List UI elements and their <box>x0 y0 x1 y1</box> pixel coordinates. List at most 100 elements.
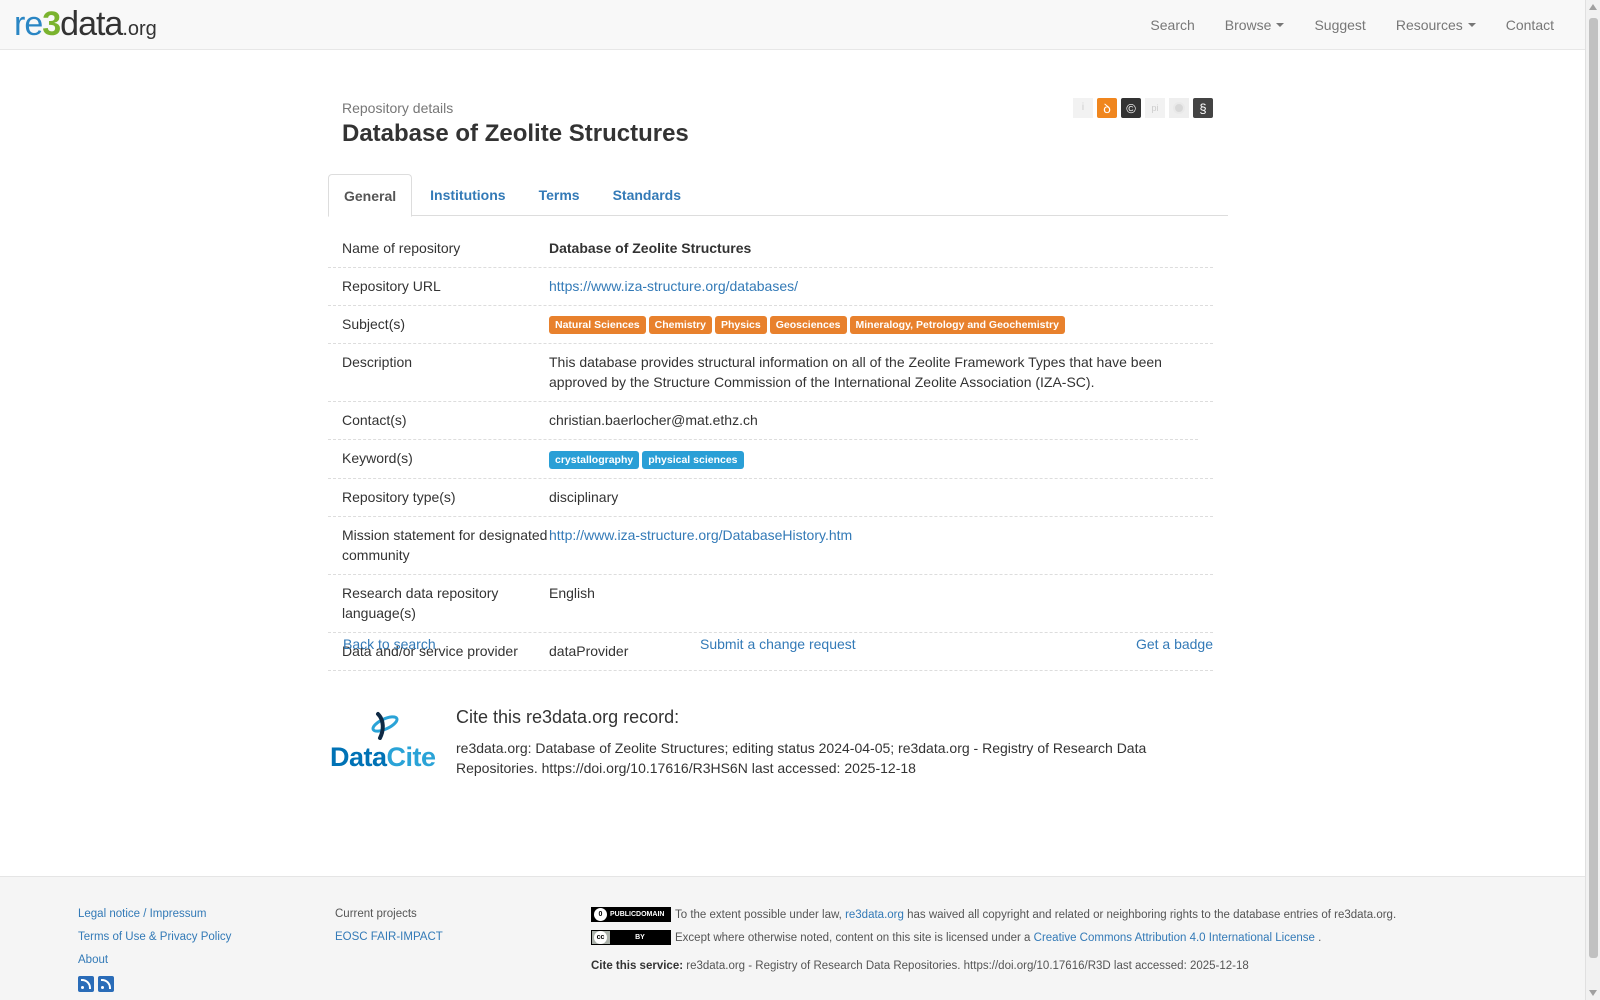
caret-down-icon <box>1276 23 1285 27</box>
detail-label: Contact(s) <box>342 412 407 429</box>
tab-standards[interactable]: Standards <box>598 174 696 216</box>
datacite-wordmark-data: Data <box>330 742 387 772</box>
open-access-icon[interactable]: ꝺ <box>1097 98 1117 118</box>
detail-row-mission: Mission statement for designated communi… <box>328 517 1213 575</box>
rss-feeds <box>78 976 231 1000</box>
detail-label: Research data repository language(s) <box>342 584 499 621</box>
tab-terms[interactable]: Terms <box>524 174 595 216</box>
subject-tag[interactable]: Mineralogy, Petrology and Geochemistry <box>849 316 1065 335</box>
contact-email: christian.baerlocher@mat.ethz.ch <box>549 412 758 429</box>
logo-part-re: re <box>14 5 43 43</box>
nav-contact[interactable]: Contact <box>1491 17 1569 33</box>
cite-service-label: Cite this service: <box>591 960 684 972</box>
page-eyebrow: Repository details <box>342 100 454 116</box>
tab-general[interactable]: General <box>328 174 413 217</box>
pid-icon[interactable]: pi <box>1145 98 1165 118</box>
detail-label: Keyword(s) <box>342 450 413 467</box>
detail-row-subjects: Subject(s) Natural Sciences Chemistry Phys… <box>328 306 1213 345</box>
get-badge-link[interactable]: Get a badge <box>1136 636 1213 652</box>
datacite-wordmark-cite: Cite <box>386 742 437 772</box>
detail-label: Subject(s) <box>342 316 406 332</box>
detail-row-repo-type: Repository type(s) disciplinary <box>328 479 1213 517</box>
cc-license-link[interactable]: Creative Commons Attribution 4.0 Interna… <box>1034 931 1315 945</box>
detail-row-keywords: Keyword(s) crystallography physical scien… <box>328 440 1213 479</box>
page-scrollbar[interactable] <box>1585 0 1600 1000</box>
mission-statement-link[interactable]: http://www.iza-structure.org/DatabaseHis… <box>549 527 852 543</box>
repository-language: English <box>549 584 595 601</box>
re3data-logo[interactable]: re3data.org <box>14 6 157 42</box>
repository-icons: i ꝺ © pi § <box>1073 98 1213 118</box>
page-title: Database of Zeolite Structures <box>342 120 689 147</box>
nav-contact-label: Contact <box>1505 17 1554 33</box>
subject-tag[interactable]: Physics <box>715 316 767 335</box>
detail-row-language: Research data repository language(s) Eng… <box>328 575 1213 633</box>
rss-feed-icon[interactable] <box>78 976 94 992</box>
datacite-logo[interactable]: DataCite <box>330 710 436 776</box>
cite-service-text: re3data.org - Registry of Research Data … <box>686 960 1249 972</box>
scroll-up-arrow-icon[interactable] <box>1589 4 1597 10</box>
footer: Legal notice / Impressum Terms of Use & … <box>0 876 1585 1000</box>
detail-row-contacts: Contact(s) christian.baerlocher@mat.ethz… <box>328 402 1198 441</box>
cite-text: re3data.org: Database of Zeolite Structu… <box>456 740 1147 776</box>
cc-zero-icon: 0 <box>594 908 607 921</box>
nav-search[interactable]: Search <box>1135 17 1209 33</box>
detail-row-description: Description This database provides struc… <box>328 344 1213 403</box>
keyword-tag[interactable]: physical sciences <box>642 450 744 469</box>
repository-type: disciplinary <box>549 488 619 505</box>
nav-search-label: Search <box>1150 17 1195 33</box>
keyword-tag[interactable]: crystallography <box>549 450 640 469</box>
nav-suggest-label: Suggest <box>1314 17 1366 33</box>
legal-notice-link[interactable]: Legal notice / Impressum <box>78 907 231 921</box>
public-domain-text: has waived all copyright and related or … <box>907 908 1397 921</box>
by-icon: BY <box>610 931 670 944</box>
about-link[interactable]: About <box>78 953 231 967</box>
cc-by-badge[interactable]: cc BY <box>591 930 671 945</box>
footer-license: 0 PUBLICDOMAIN To the extent possible und… <box>591 907 1421 981</box>
repository-url-link[interactable]: https://www.iza-structure.org/databases/ <box>549 278 798 294</box>
logo-part-org: .org <box>122 18 157 40</box>
description-text: This database provides structural inform… <box>549 354 1162 391</box>
subject-tag[interactable]: Chemistry <box>648 316 712 335</box>
cite-title: Cite this re3data.org record: <box>456 707 680 727</box>
repository-details: Name of repository Database of Zeolite S… <box>328 230 1213 671</box>
cc-license-text: Except where otherwise noted, content on… <box>675 931 1031 944</box>
nav-resources[interactable]: Resources <box>1381 17 1491 33</box>
re3data-link[interactable]: re3data.org <box>845 908 904 922</box>
detail-tabs: General Institutions Terms Standards <box>328 174 1228 217</box>
subject-tag[interactable]: Geosciences <box>769 316 847 335</box>
cc-license-period: . <box>1318 931 1322 944</box>
info-icon[interactable]: i <box>1073 98 1093 118</box>
nav-suggest[interactable]: Suggest <box>1299 17 1380 33</box>
logo-part-data: data <box>60 5 123 43</box>
footer-links: Legal notice / Impressum Terms of Use & … <box>78 907 231 1000</box>
certificate-icon[interactable] <box>1169 98 1189 118</box>
terms-privacy-link[interactable]: Terms of Use & Privacy Policy <box>78 930 231 944</box>
copyright-icon[interactable]: © <box>1121 98 1141 118</box>
policy-icon[interactable]: § <box>1193 98 1213 118</box>
scroll-down-arrow-icon[interactable] <box>1589 990 1597 996</box>
logo-part-3: 3 <box>42 5 61 43</box>
main-nav: Search Browse Suggest Resources Contact <box>1135 0 1569 50</box>
back-to-search-link[interactable]: Back to search <box>343 636 436 652</box>
datacite-wordmark: DataCite <box>330 742 436 773</box>
certificate-seal <box>1173 102 1185 114</box>
nav-browse-label: Browse <box>1224 17 1272 33</box>
detail-row-name: Name of repository Database of Zeolite S… <box>328 230 1213 268</box>
public-domain-badge[interactable]: 0 PUBLICDOMAIN <box>591 907 671 922</box>
subject-tag[interactable]: Natural Sciences <box>549 316 646 335</box>
caret-down-icon <box>1467 23 1476 27</box>
datacite-mark-icon <box>371 712 399 740</box>
eosc-fair-impact-link[interactable]: EOSC FAIR-IMPACT <box>335 930 443 944</box>
detail-actions: Back to search Submit a change request G… <box>343 636 1213 656</box>
footer-projects: Current projects EOSC FAIR-IMPACT <box>335 907 443 953</box>
repository-name: Database of Zeolite Structures <box>549 240 752 256</box>
detail-label: Mission statement for designated communi… <box>342 526 548 563</box>
scrollbar-thumb[interactable] <box>1589 18 1598 958</box>
nav-browse[interactable]: Browse <box>1210 17 1300 33</box>
submit-change-request-link[interactable]: Submit a change request <box>700 636 856 652</box>
tab-institutions[interactable]: Institutions <box>415 174 520 216</box>
rss-feed-icon[interactable] <box>98 976 114 992</box>
detail-label: Description <box>342 354 413 371</box>
detail-label: Name of repository <box>342 240 461 256</box>
nav-resources-label: Resources <box>1395 17 1463 33</box>
